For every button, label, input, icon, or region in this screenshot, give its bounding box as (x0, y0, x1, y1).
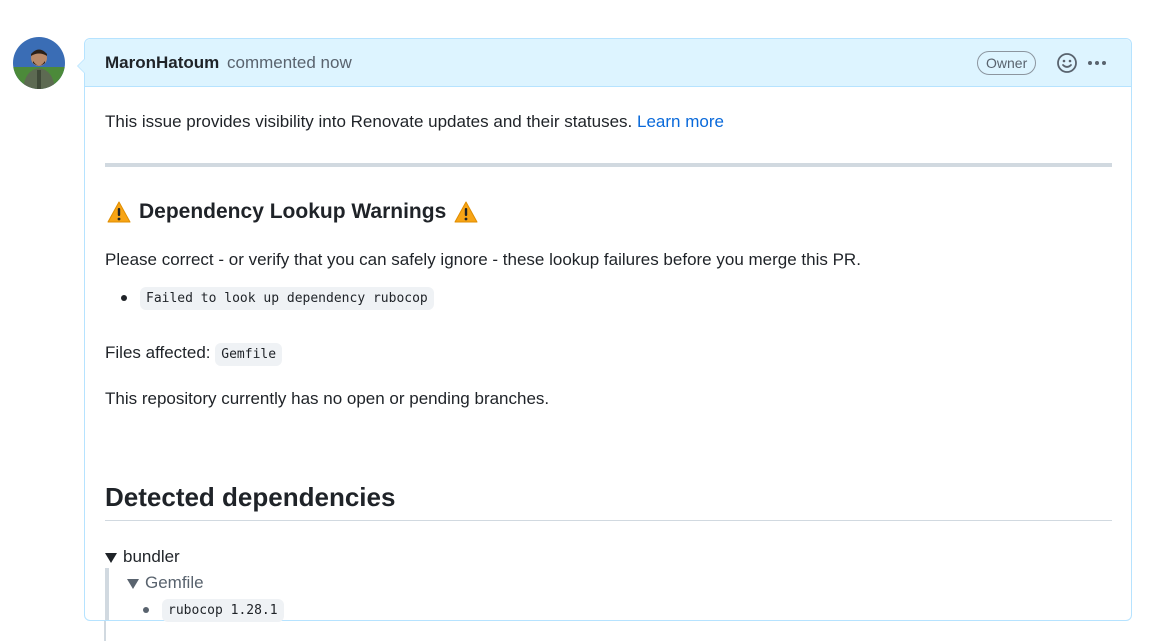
horizontal-rule (105, 163, 1112, 167)
branches-paragraph: This repository currently has no open or… (105, 389, 550, 408)
triangle-down-icon (105, 552, 117, 563)
dependency-code: rubocop 1.28.1 (162, 599, 284, 622)
avatar[interactable] (13, 37, 65, 89)
list-bullet (121, 295, 127, 301)
intro-text: This issue provides visibility into Reno… (105, 112, 633, 131)
file-summary[interactable]: Gemfile (127, 573, 204, 593)
failure-code: Failed to look up dependency rubocop (140, 287, 434, 310)
warning-icon (107, 201, 131, 223)
files-affected-code: Gemfile (215, 343, 283, 366)
kebab-horizontal-icon[interactable] (1085, 51, 1109, 75)
comment-box: MaronHatoum commented now Owner This iss… (77, 38, 1132, 622)
details-indent-bar (105, 568, 109, 620)
intro-paragraph: This issue provides visibility into Reno… (105, 112, 724, 132)
comment-header: MaronHatoum commented now Owner (85, 39, 1131, 87)
files-affected-paragraph: Files affected: Gemfile (105, 343, 283, 366)
file-name: Gemfile (145, 573, 204, 592)
comment-author[interactable]: MaronHatoum (105, 53, 219, 73)
comment-timestamp[interactable]: commented now (227, 53, 352, 73)
manager-summary[interactable]: bundler (105, 547, 180, 567)
triangle-down-icon (127, 578, 139, 589)
list-bullet (143, 607, 149, 613)
owner-badge: Owner (977, 51, 1037, 75)
warning-icon (454, 201, 478, 223)
correct-paragraph: Please correct - or verify that you can … (105, 250, 861, 269)
heading-rule (105, 520, 1112, 521)
learn-more-link[interactable]: Learn more (637, 112, 724, 131)
files-affected-label: Files affected: (105, 343, 211, 362)
warnings-heading: Dependency Lookup Warnings (105, 200, 478, 224)
timeline-line (104, 621, 106, 641)
issue-page: MaronHatoum commented now Owner This iss… (0, 0, 1152, 641)
detected-dependencies-heading: Detected dependencies (105, 482, 396, 512)
smiley-icon[interactable] (1055, 51, 1079, 75)
comment-caret-inner (78, 59, 85, 73)
warnings-heading-text: Dependency Lookup Warnings (139, 200, 447, 223)
manager-name: bundler (123, 547, 180, 566)
